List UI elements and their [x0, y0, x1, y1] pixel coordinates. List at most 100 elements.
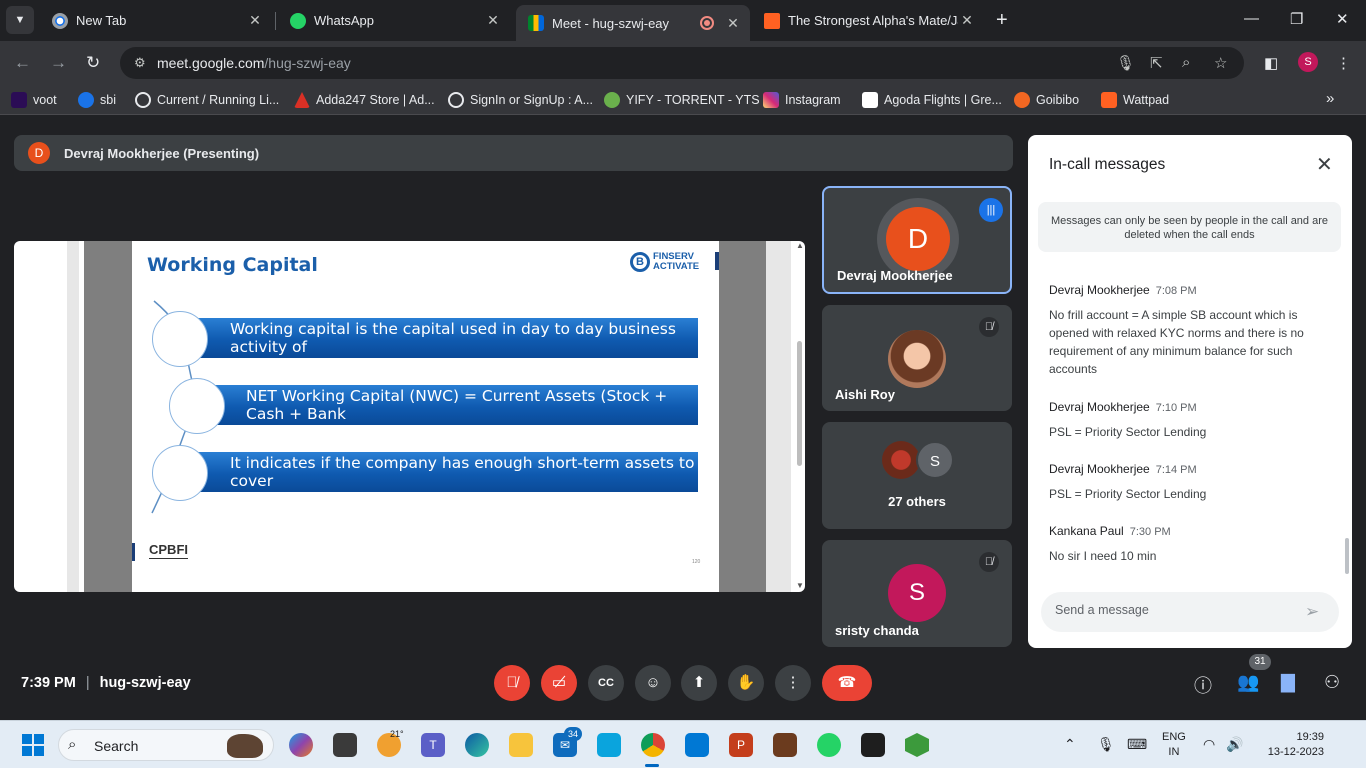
reactions-button[interactable]: ☺ [635, 665, 671, 701]
side-panel-icon[interactable]: ◧ [1264, 54, 1278, 72]
kebab-menu-icon[interactable]: ⋮ [1336, 54, 1351, 72]
tab-whatsapp[interactable]: WhatsApp ✕ [278, 5, 510, 36]
microphone-icon[interactable]: 🎙 [1097, 736, 1115, 753]
back-arrow-icon[interactable]: ← [14, 53, 31, 73]
game-icon[interactable] [773, 733, 797, 757]
chat-scrollbar[interactable] [1345, 538, 1349, 574]
chrome-icon[interactable] [641, 733, 665, 757]
participant-tile[interactable]: D ||| Devraj Mookherjee [822, 186, 1012, 294]
terminal-icon[interactable] [861, 733, 885, 757]
chevron-right-icon[interactable]: » [1326, 90, 1334, 107]
raise-hand-button[interactable]: ✋ [728, 665, 764, 701]
tab-search-button[interactable]: ▼ [6, 6, 34, 34]
bookmark-yify[interactable]: YIFY - TORRENT - YTS [604, 92, 760, 108]
wattpad-icon [1101, 92, 1117, 108]
hand-icon: ✋ [736, 674, 756, 691]
meet-icon [528, 15, 544, 31]
chat-icon[interactable]: ▇ [1281, 672, 1295, 693]
participant-tile-others[interactable]: S 27 others [822, 422, 1012, 529]
meeting-details-icon[interactable]: ⓘ [1194, 672, 1212, 698]
present-button[interactable]: ⬆ [681, 665, 717, 701]
message-text: PSL = Priority Sector Lending [1049, 487, 1207, 501]
powerpoint-icon[interactable]: P [729, 733, 753, 757]
message-composer[interactable]: ➢ [1041, 592, 1339, 632]
bookmark-sbi[interactable]: sbi [78, 92, 116, 108]
search-highlight-image [227, 734, 263, 758]
restore-icon[interactable]: ❐ [1290, 10, 1303, 28]
bookmark-goibibo[interactable]: Goibibo [1014, 92, 1079, 108]
camera-off-button[interactable]: ▭̸ [541, 665, 577, 701]
activities-icon[interactable]: ⚇ [1324, 672, 1340, 693]
bookmark-current-running[interactable]: Current / Running Li... [135, 92, 279, 108]
present-screen-icon: ⬆ [692, 674, 706, 691]
star-icon[interactable]: ☆ [1214, 54, 1227, 72]
close-icon[interactable]: ✕ [958, 12, 976, 29]
bookmark-signin[interactable]: SignIn or SignUp : A... [448, 92, 593, 108]
people-icon[interactable]: 👥 [1237, 672, 1259, 693]
send-icon[interactable]: ➢ [1305, 602, 1319, 622]
reload-icon[interactable]: ↻ [86, 53, 100, 73]
tab-new-tab[interactable]: New Tab ✕ [40, 5, 272, 36]
address-bar[interactable]: ⚙ meet.google.com/hug-szwj-eay 🎙 ⇱ ⌕ ☆ [120, 47, 1244, 79]
captions-button[interactable]: CC [588, 665, 624, 701]
wifi-icon[interactable]: ◠ [1203, 736, 1215, 753]
participant-name: sristy chanda [835, 623, 919, 638]
url-text[interactable]: meet.google.com/hug-szwj-eay [157, 55, 351, 71]
forward-arrow-icon[interactable]: → [50, 53, 67, 73]
vscode-icon[interactable] [685, 733, 709, 757]
close-icon[interactable]: ✕ [484, 12, 502, 29]
taskbar-search[interactable]: ⌕ Search [58, 729, 274, 761]
chevron-up-icon[interactable]: ⌃ [1064, 736, 1076, 753]
mic-off-button[interactable]: 🎙̸ [494, 665, 530, 701]
file-explorer-icon[interactable] [509, 733, 533, 757]
bookmark-adda247[interactable]: Adda247 Store | Ad... [294, 92, 435, 108]
new-tab-button[interactable]: + [996, 9, 1008, 32]
participant-tile[interactable]: S 🎙̸ sristy chanda [822, 540, 1012, 647]
bullet-2: NET Working Capital (NWC) = Current Asse… [212, 385, 698, 441]
more-options-button[interactable]: ⋮ [775, 665, 811, 701]
copilot-icon[interactable] [289, 733, 313, 757]
participant-name: 27 others [888, 494, 946, 509]
avatar: D [886, 207, 950, 271]
input-language[interactable]: ENG IN [1162, 730, 1186, 760]
speaking-indicator-icon: ||| [979, 198, 1003, 222]
tab-wattpad[interactable]: The Strongest Alpha's Mate/JJK ✕ [752, 5, 984, 36]
edge-icon[interactable] [465, 733, 489, 757]
window-close-icon[interactable]: ✕ [1336, 10, 1349, 28]
meet-call-view: D Devraj Mookherjee (Presenting) ▲ ▼ Wor… [0, 116, 1366, 720]
zoom-icon[interactable]: ⌕ [1182, 54, 1190, 71]
whatsapp-icon[interactable] [817, 733, 841, 757]
desktop-app-icon[interactable] [597, 733, 621, 757]
microphone-icon[interactable]: 🎙 [1116, 54, 1135, 72]
bookmark-agoda[interactable]: Agoda Flights | Gre... [862, 92, 1002, 108]
divider: | [85, 675, 90, 691]
task-view-icon[interactable] [333, 733, 357, 757]
volume-icon[interactable]: 🔊 [1226, 736, 1243, 753]
message-input[interactable] [1055, 603, 1295, 617]
participant-tile[interactable]: 🎙̸ Aishi Roy [822, 305, 1012, 411]
open-in-new-icon[interactable]: ⇱ [1150, 54, 1163, 72]
adda-icon [294, 92, 310, 108]
block-icon [448, 92, 464, 108]
close-icon[interactable]: ✕ [1316, 152, 1333, 177]
bookmark-wattpad[interactable]: Wattpad [1101, 92, 1169, 108]
system-clock[interactable]: 19:39 13-12-2023 [1256, 730, 1324, 760]
bookmark-voot[interactable]: voot [11, 92, 57, 108]
keyboard-icon[interactable]: ⌨ [1127, 736, 1147, 753]
message-text: No frill account = A simple SB account w… [1049, 308, 1304, 376]
leave-call-button[interactable]: ☎ [822, 665, 872, 701]
scroll-up-icon: ▲ [796, 241, 804, 250]
screen-margin [84, 241, 132, 592]
site-settings-icon[interactable]: ⚙ [134, 55, 146, 71]
profile-avatar[interactable]: S [1298, 52, 1318, 72]
close-icon[interactable]: ✕ [246, 12, 264, 29]
teams-icon[interactable]: T [421, 733, 445, 757]
tab-meet[interactable]: Meet - hug-szwj-eay ✕ [516, 5, 750, 41]
close-icon[interactable]: ✕ [724, 15, 742, 32]
minimize-icon[interactable]: — [1244, 10, 1259, 27]
windows-start-icon[interactable] [22, 734, 44, 756]
presenter-avatar: D [28, 142, 50, 164]
bookmark-instagram[interactable]: Instagram [763, 92, 841, 108]
node-icon[interactable] [905, 733, 929, 757]
avatar: S [888, 564, 946, 622]
